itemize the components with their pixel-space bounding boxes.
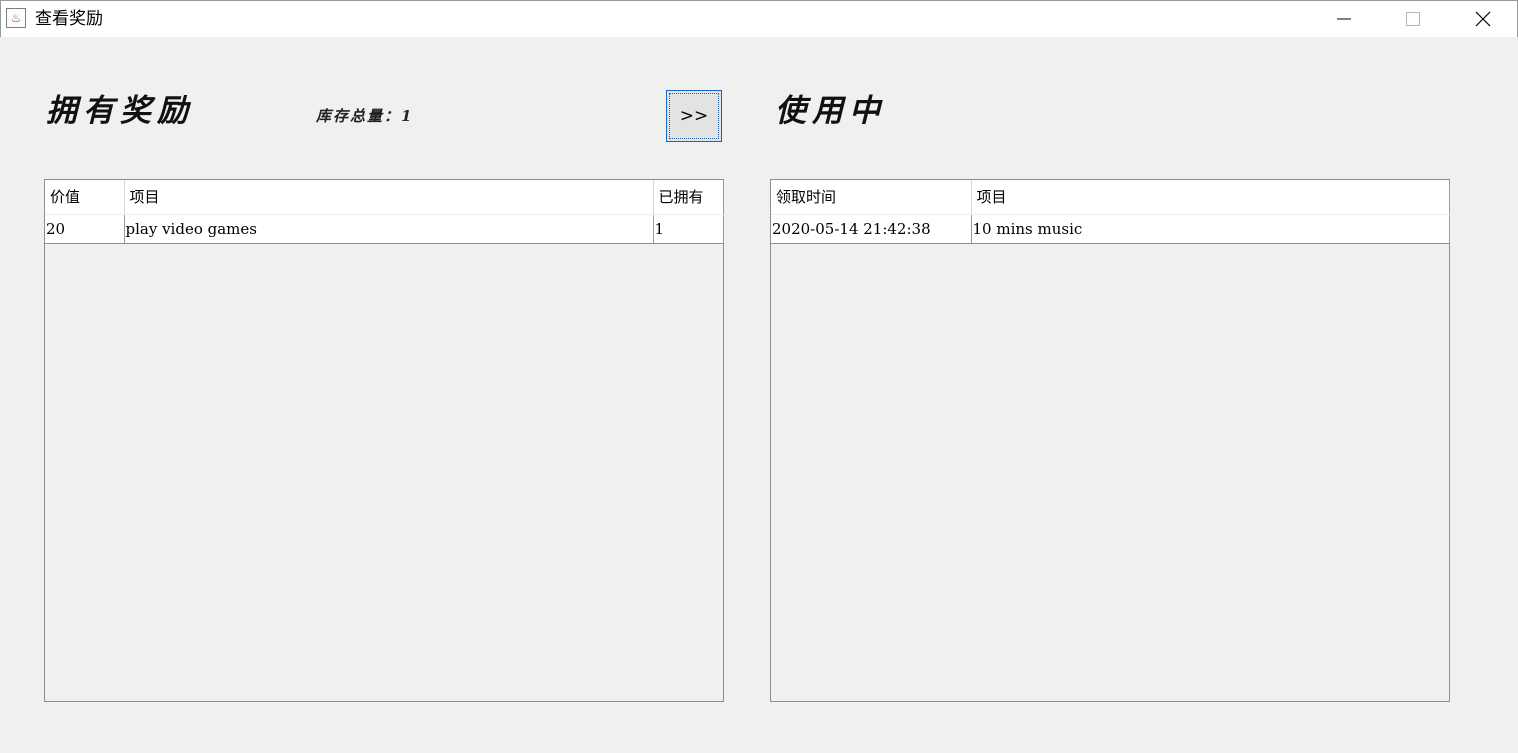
close-button[interactable] [1448,1,1518,37]
owned-rewards-table: 价值 项目 已拥有 20 play video games 1 [45,180,724,244]
table-row[interactable]: 20 play video games 1 [45,214,724,244]
cell-owned-count: 1 [653,214,724,244]
cell-item: 10 mins music [971,214,1450,244]
owned-rewards-heading: 拥有奖励 [46,93,194,129]
in-use-table-panel[interactable]: 领取时间 项目 2020-05-14 21:42:38 10 mins musi… [770,179,1450,702]
table-header-row: 领取时间 项目 [771,180,1450,215]
cell-value: 20 [45,214,125,244]
column-header-claim-time[interactable]: 领取时间 [771,180,972,215]
maximize-button[interactable] [1378,1,1448,37]
table-row[interactable]: 2020-05-14 21:42:38 10 mins music [771,214,1450,244]
java-cup-icon: ♨ [6,8,26,28]
stock-total-label: 库存总量：1 [316,107,414,125]
in-use-table: 领取时间 项目 2020-05-14 21:42:38 10 mins musi… [771,180,1450,244]
in-use-heading: 使用中 [775,93,886,129]
minimize-icon [1337,18,1351,20]
maximize-icon [1406,12,1420,26]
column-header-value[interactable]: 价值 [45,180,125,215]
minimize-button[interactable] [1309,1,1379,37]
window-titlebar: ♨ 查看奖励 [0,0,1518,37]
window-title: 查看奖励 [35,9,103,29]
table-header-row: 价值 项目 已拥有 [45,180,724,215]
cell-item: play video games [124,214,654,244]
cell-claim-time: 2020-05-14 21:42:38 [771,214,972,244]
column-header-item[interactable]: 项目 [971,180,1450,215]
column-header-item[interactable]: 项目 [124,180,654,215]
column-header-owned[interactable]: 已拥有 [653,180,724,215]
owned-rewards-table-panel[interactable]: 价值 项目 已拥有 20 play video games 1 [44,179,724,702]
move-to-in-use-button[interactable]: >> [666,90,722,142]
close-icon [1475,11,1491,27]
